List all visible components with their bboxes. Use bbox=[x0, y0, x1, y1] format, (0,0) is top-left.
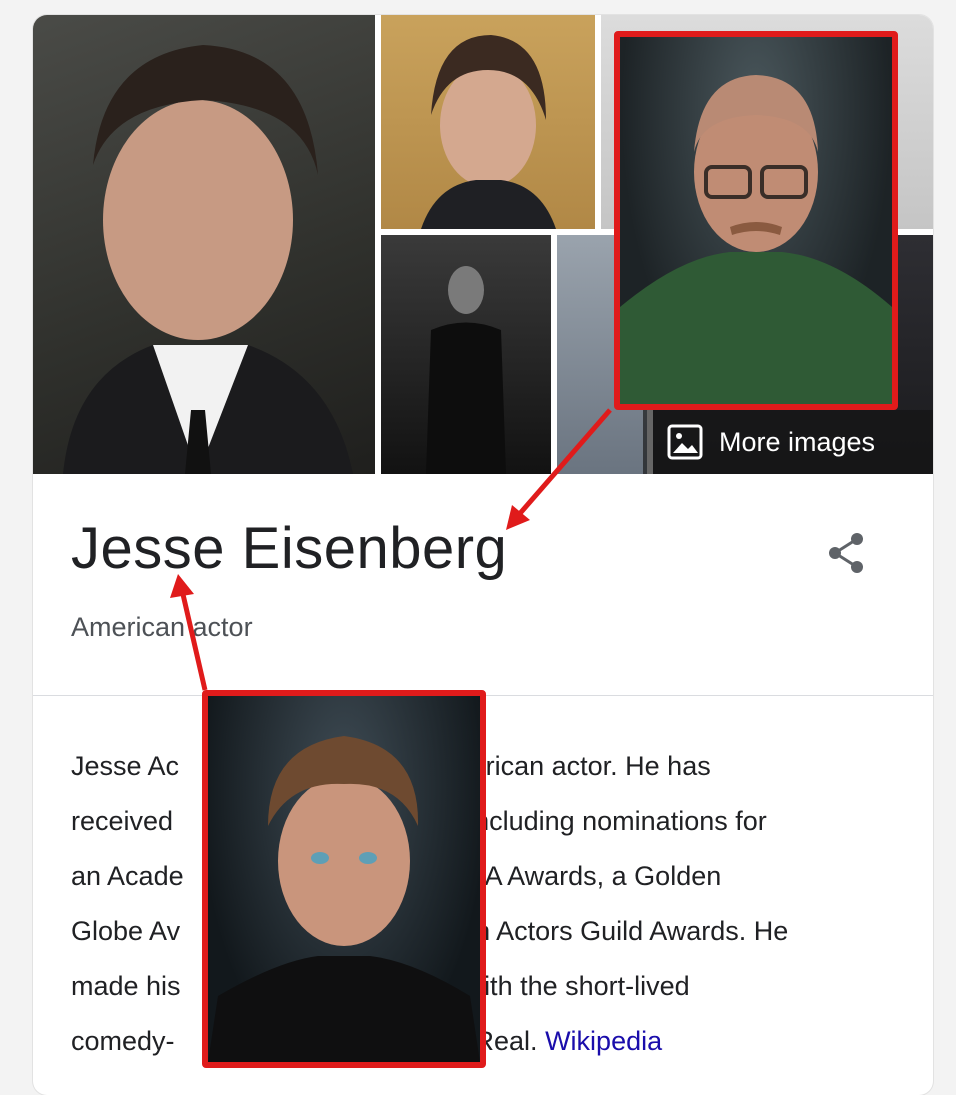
wikipedia-link[interactable]: Wikipedia bbox=[545, 1026, 662, 1056]
description-line: Jesse Ac n American actor. He has bbox=[71, 751, 711, 781]
photo-thumbnail[interactable] bbox=[381, 15, 595, 229]
more-images-label: More images bbox=[719, 426, 876, 457]
description-line: received, including nominations for bbox=[71, 806, 767, 836]
photo-thumbnail[interactable] bbox=[381, 235, 551, 474]
highlight-photo-overlay bbox=[614, 31, 898, 410]
highlight-photo-overlay bbox=[202, 690, 486, 1068]
main-photo[interactable] bbox=[33, 15, 375, 474]
description: Jesse Ac n American actor. He has receive… bbox=[71, 739, 901, 1069]
more-images-button[interactable]: More images bbox=[643, 410, 933, 474]
description-line: comedy- Real. Wikipedia bbox=[71, 1026, 663, 1056]
description-line: an Acade FTA Awards, a Golden bbox=[71, 861, 722, 891]
entity-title: Jesse Eisenberg bbox=[71, 516, 508, 581]
description-line: Globe Av en Actors Guild Awards. He bbox=[71, 916, 789, 946]
entity-subtitle: American actor bbox=[71, 612, 253, 642]
description-line: made his vith the short-lived bbox=[71, 971, 690, 1001]
share-icon[interactable] bbox=[823, 529, 871, 577]
image-icon bbox=[667, 424, 703, 460]
